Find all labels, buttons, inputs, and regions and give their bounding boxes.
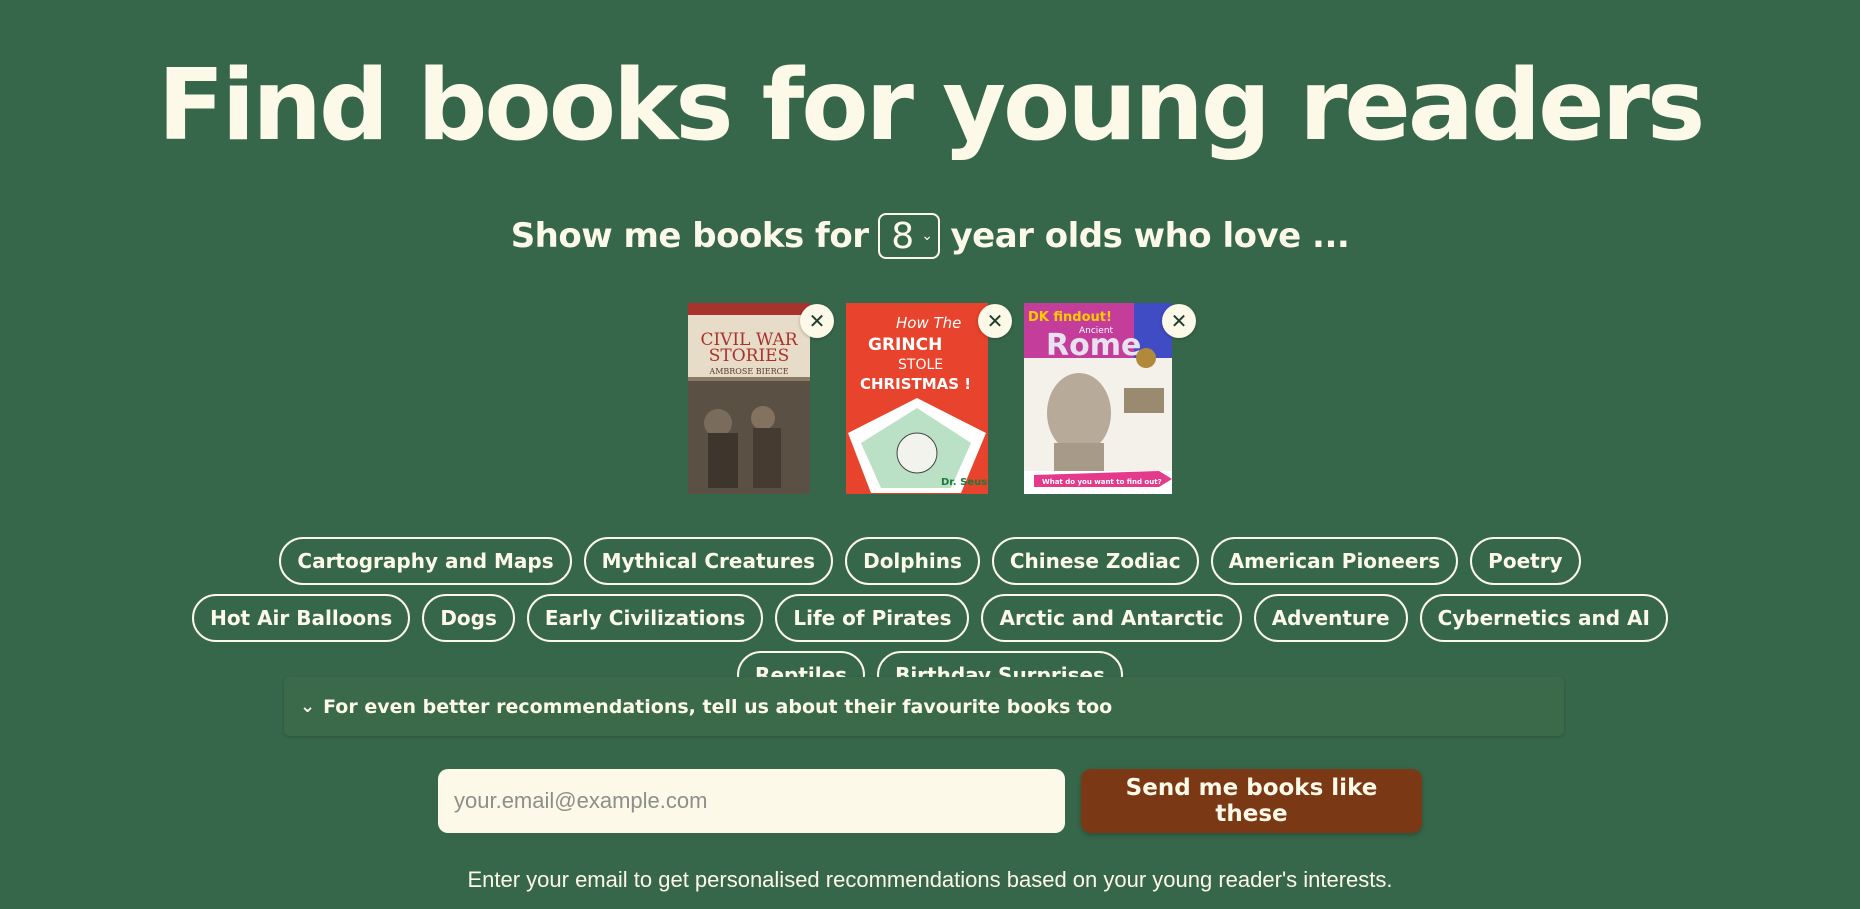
tag-button[interactable]: Dogs [422, 594, 515, 642]
chevron-down-icon: ⌄ [921, 228, 933, 244]
svg-text:DK findout!: DK findout! [1028, 310, 1112, 325]
svg-text:STOLE: STOLE [898, 357, 943, 373]
email-input[interactable] [438, 769, 1065, 833]
svg-text:How The: How The [896, 314, 961, 332]
tag-button[interactable]: Arctic and Antarctic [981, 594, 1242, 642]
interest-tags: Cartography and Maps Mythical Creatures … [190, 537, 1670, 699]
close-icon[interactable]: ✕ [1162, 304, 1196, 338]
close-icon[interactable]: ✕ [800, 304, 834, 338]
svg-text:Rome: Rome [1046, 328, 1141, 363]
svg-text:Dr. Seuss: Dr. Seuss [941, 477, 988, 488]
email-form: Send me books like these [0, 769, 1860, 833]
page-title: Find books for young readers [157, 49, 1706, 163]
tag-button[interactable]: Poetry [1470, 537, 1581, 585]
tag-button[interactable]: Cartography and Maps [279, 537, 572, 585]
chevron-down-icon: ⌄ [300, 696, 316, 717]
close-icon[interactable]: ✕ [978, 304, 1012, 338]
prompt-suffix: year olds who love ... [950, 216, 1350, 256]
toggle-label: For even better recommendations, tell us… [323, 695, 1113, 718]
book-cover-ancient-rome: DK findout! Ancient Rome What do you wan… [1024, 303, 1172, 494]
tag-button[interactable]: Adventure [1253, 594, 1408, 642]
svg-text:CHRISTMAS !: CHRISTMAS ! [860, 375, 971, 393]
tag-button[interactable]: Chinese Zodiac [991, 537, 1199, 585]
book-card[interactable]: How The GRINCH STOLE CHRISTMAS ! Dr. Seu… [846, 303, 1012, 494]
svg-text:GRINCH: GRINCH [868, 335, 942, 355]
email-hint: Enter your email to get personalised rec… [467, 867, 1393, 892]
age-select[interactable]: 8 ⌄ [878, 213, 941, 259]
prompt-prefix: Show me books for [510, 216, 869, 256]
tag-button[interactable]: Life of Pirates [775, 594, 970, 642]
send-button[interactable]: Send me books like these [1081, 769, 1422, 833]
book-cover-grinch: How The GRINCH STOLE CHRISTMAS ! Dr. Seu… [846, 303, 988, 494]
tag-button[interactable]: Mythical Creatures [583, 537, 834, 585]
age-value: 8 [891, 215, 914, 257]
svg-text:STORIES: STORIES [709, 346, 790, 366]
tag-button[interactable]: Dolphins [845, 537, 980, 585]
selected-books: CIVIL WAR STORIES AMBROSE BIERCE ✕ How T… [0, 303, 1860, 494]
favourite-books-toggle[interactable]: ⌄ For even better recommendations, tell … [284, 677, 1564, 736]
book-card[interactable]: CIVIL WAR STORIES AMBROSE BIERCE ✕ [688, 303, 834, 494]
age-prompt: Show me books for 8 ⌄ year olds who love… [0, 213, 1860, 259]
tag-button[interactable]: Early Civilizations [526, 594, 764, 642]
tag-button[interactable]: Hot Air Balloons [192, 594, 411, 642]
svg-text:AMBROSE BIERCE: AMBROSE BIERCE [708, 367, 788, 376]
tag-button[interactable]: Cybernetics and AI [1419, 594, 1668, 642]
book-cover-civil-war-stories: CIVIL WAR STORIES AMBROSE BIERCE [688, 303, 810, 494]
svg-text:What do you want to find out?: What do you want to find out? [1042, 478, 1162, 486]
tag-button[interactable]: American Pioneers [1210, 537, 1459, 585]
book-card[interactable]: DK findout! Ancient Rome What do you wan… [1024, 303, 1196, 494]
